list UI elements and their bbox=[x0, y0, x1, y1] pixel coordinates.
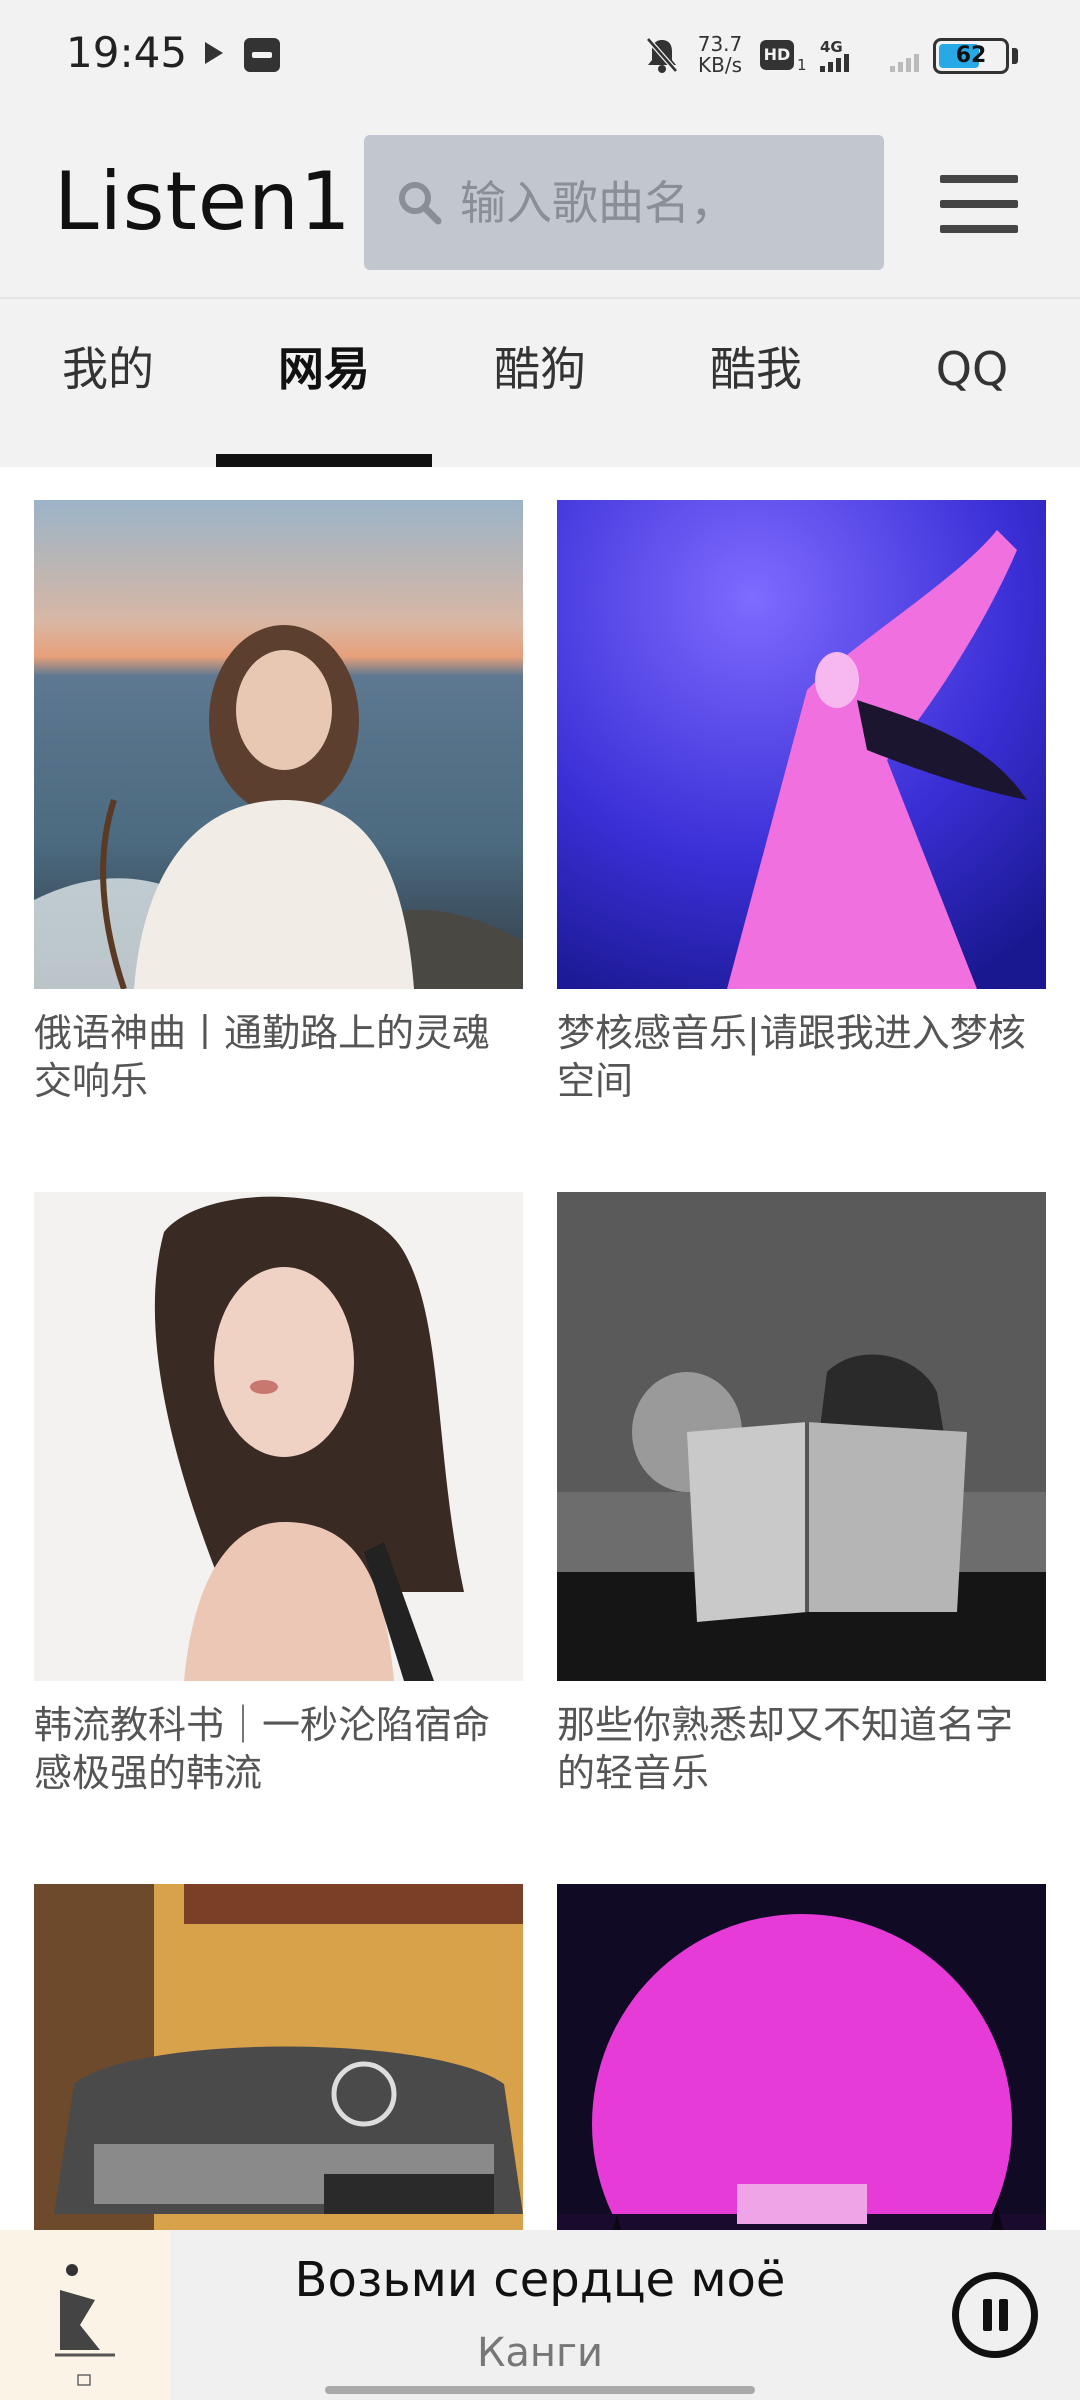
tab-kugou[interactable]: 酷狗 bbox=[432, 299, 648, 467]
playlist-title[interactable]: 那些你熟悉却又不知道名字的轻音乐 bbox=[557, 1701, 1046, 1801]
playlist-title[interactable]: 梦核感音乐|请跟我进入梦核空间 bbox=[557, 1009, 1046, 1109]
tab-mine[interactable]: 我的 bbox=[0, 299, 216, 467]
app-title: Listen1 bbox=[54, 155, 352, 248]
cover-image-dancer bbox=[557, 500, 1046, 989]
search-box[interactable] bbox=[364, 135, 884, 270]
status-time: 19:45 bbox=[66, 28, 188, 77]
cover-image-girl-cat-book bbox=[557, 1192, 1046, 1681]
play-indicator-icon bbox=[205, 42, 223, 64]
secondary-signal-icon bbox=[890, 54, 919, 72]
search-icon[interactable] bbox=[394, 177, 444, 227]
notification-app-icon bbox=[244, 38, 280, 72]
playlist-title[interactable]: 俄语神曲丨通勤路上的灵魂交响乐 bbox=[34, 1009, 523, 1109]
tab-netease[interactable]: 网易 bbox=[216, 299, 432, 467]
playlist-card[interactable]: 梦核感音乐|请跟我进入梦核空间 bbox=[557, 500, 1046, 1109]
playlist-card[interactable]: 俄语神曲丨通勤路上的灵魂交响乐 bbox=[34, 500, 523, 1109]
tab-qq[interactable]: QQ bbox=[864, 299, 1080, 467]
cover-image-sea-portrait bbox=[34, 500, 523, 989]
playlist-cover[interactable] bbox=[34, 1192, 523, 1681]
cellular-signal-icon: 4G bbox=[820, 38, 849, 72]
app-header: Listen1 bbox=[0, 115, 1080, 297]
playlist-title[interactable]: 韩流教科书｜一秒沦陷宿命感极强的韩流 bbox=[34, 1701, 523, 1801]
playlist-cover[interactable] bbox=[557, 1192, 1046, 1681]
playlist-cover[interactable] bbox=[557, 500, 1046, 989]
hd-badge-sub: 1 bbox=[797, 56, 807, 74]
network-speed-unit: KB/s bbox=[698, 53, 742, 77]
status-bar: 19:45 73.7 KB/s HD 1 4G 62 bbox=[0, 0, 1080, 115]
playlist-cover[interactable] bbox=[34, 500, 523, 989]
mute-bell-icon bbox=[646, 37, 678, 73]
now-playing-title: Возьми сердце моё bbox=[294, 2252, 786, 2308]
signal-label: 4G bbox=[820, 38, 843, 56]
battery-tip bbox=[1012, 48, 1018, 64]
playlist-card[interactable]: 那些你熟悉却又不知道名字的轻音乐 bbox=[557, 1192, 1046, 1801]
pause-icon[interactable] bbox=[952, 2272, 1038, 2358]
battery-icon: 62 bbox=[933, 38, 1009, 74]
cover-image-woman-portrait bbox=[34, 1192, 523, 1681]
network-speed: 73.7 KB/s bbox=[690, 34, 750, 76]
now-playing-cover-art bbox=[0, 2230, 170, 2400]
hd-badge: HD bbox=[760, 40, 794, 70]
source-tabs: 我的 网易 酷狗 酷我 QQ bbox=[0, 297, 1080, 467]
hamburger-icon[interactable] bbox=[940, 175, 1018, 233]
tab-kuwo[interactable]: 酷我 bbox=[648, 299, 864, 467]
home-indicator[interactable] bbox=[325, 2386, 755, 2394]
active-tab-indicator bbox=[216, 454, 432, 467]
now-playing-artist: Канги bbox=[476, 2330, 604, 2376]
playlist-card[interactable]: 韩流教科书｜一秒沦陷宿命感极强的韩流 bbox=[34, 1192, 523, 1801]
network-speed-value: 73.7 bbox=[697, 32, 743, 56]
battery-level: 62 bbox=[955, 43, 987, 68]
search-input[interactable] bbox=[460, 135, 870, 270]
now-playing-cover[interactable] bbox=[0, 2230, 170, 2400]
now-playing-bar[interactable]: Возьми сердце моё Канги bbox=[0, 2230, 1080, 2400]
